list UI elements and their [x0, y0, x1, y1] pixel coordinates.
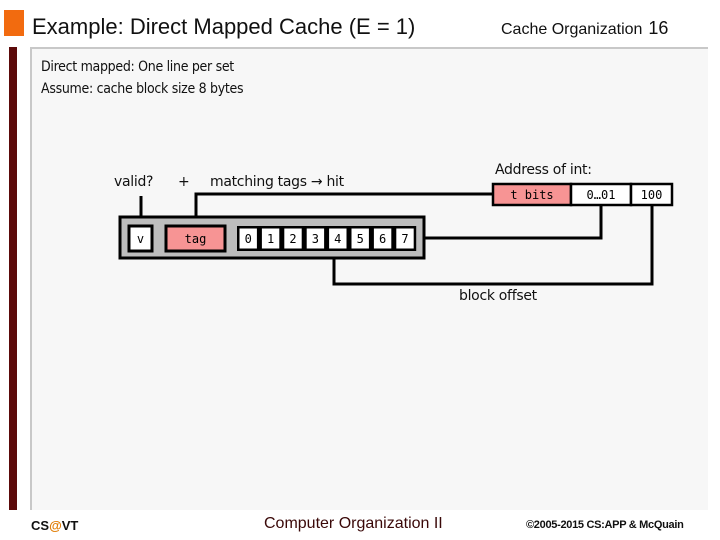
address-t-bits-text: t bits — [510, 188, 553, 202]
address-set-index-text: 0…01 — [587, 188, 616, 202]
footer-copyright: ©2005-2015 CS:APP & McQuain — [526, 519, 684, 531]
valid-bit-text: v — [137, 232, 144, 246]
footer-org-at: @ — [49, 518, 62, 533]
set-index-connector — [424, 205, 603, 240]
byte-label-2: 2 — [289, 232, 296, 246]
tag-text: tag — [185, 232, 207, 246]
footer-org-prefix: CS — [31, 518, 50, 533]
byte-cells: 0 1 2 3 4 5 6 7 — [237, 226, 417, 251]
cache-diagram: v tag 0 1 2 3 4 5 6 7 t bits 0…01 100 — [118, 182, 674, 286]
byte-label-4: 4 — [334, 232, 341, 246]
address-offset-text: 100 — [641, 188, 663, 202]
byte-label-7: 7 — [401, 232, 408, 246]
byte-label-0: 0 — [245, 232, 252, 246]
footer-org-suffix: VT — [61, 518, 79, 533]
byte-label-5: 5 — [357, 232, 364, 246]
byte-label-1: 1 — [267, 232, 274, 246]
byte-label-6: 6 — [379, 232, 386, 246]
footer-org: CS@VT — [31, 518, 78, 533]
footer-course: Computer Organization II — [264, 515, 443, 532]
byte-label-3: 3 — [312, 232, 319, 246]
